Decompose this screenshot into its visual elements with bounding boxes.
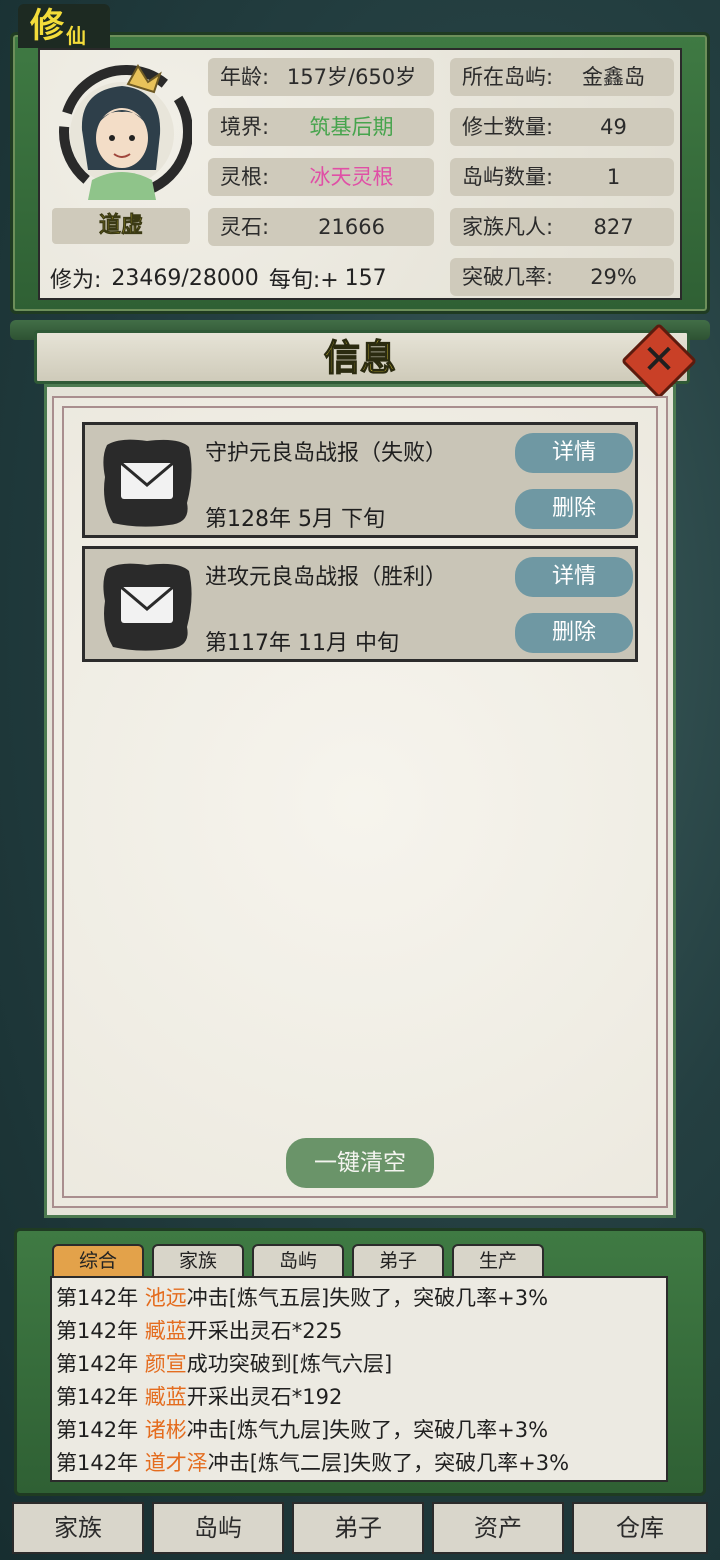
log-entry: 第142年 池远冲击[炼气五层]失败了，突破几率+3% (56, 1282, 548, 1314)
log-year: 第142年 (56, 1286, 139, 1310)
log-person: 诸彬 (144, 1418, 187, 1442)
tab-production[interactable]: 生产 (452, 1244, 544, 1276)
log-entry: 第142年 臧蓝开采出灵石*225 (56, 1315, 342, 1347)
cultivation-rate-label: 每旬:+ (268, 268, 339, 293)
log-entry: 第142年 颜宣成功突破到[炼气六层] (56, 1348, 392, 1380)
log-text: 成功突破到[炼气六层] (186, 1352, 393, 1376)
cultivation-label: 修为: (50, 268, 102, 293)
log-text: 开采出灵石*225 (186, 1319, 343, 1343)
delete-button[interactable]: 删除 (515, 613, 633, 653)
stat-stones: 灵石: 21666 (208, 208, 434, 246)
stat-islands-label: 岛屿数量: (462, 165, 554, 189)
stat-mortals-value: 827 (593, 215, 634, 239)
log-year: 第142年 (56, 1319, 139, 1343)
tab-family[interactable]: 家族 (152, 1244, 244, 1276)
nav-family[interactable]: 家族 (12, 1502, 144, 1554)
tab-general[interactable]: 综合 (52, 1244, 144, 1276)
message-date: 第117年 11月 中旬 (205, 631, 399, 656)
message-item[interactable]: 守护元良岛战报（失败） 第128年 5月 下旬 详情 删除 (82, 422, 638, 538)
stat-realm: 境界: 筑基后期 (208, 108, 434, 146)
stat-stones-value: 21666 (318, 215, 385, 239)
cultivation-value: 23469/28000 (111, 265, 259, 291)
cultivation-rate-value: 157 (344, 265, 387, 291)
stat-realm-label: 境界: (220, 115, 270, 139)
info-title: 信息 (323, 337, 396, 379)
log-person: 臧蓝 (144, 1319, 187, 1343)
log-text: 冲击[炼气九层]失败了，突破几率+3% (186, 1418, 549, 1442)
message-title: 进攻元良岛战报（胜利） (205, 565, 448, 590)
log-person: 池远 (144, 1286, 187, 1310)
stat-root-label: 灵根: (220, 165, 270, 189)
nav-warehouse[interactable]: 仓库 (572, 1502, 708, 1554)
message-title: 守护元良岛战报（失败） (205, 441, 448, 466)
stat-islands: 岛屿数量: 1 (450, 158, 674, 196)
log-year: 第142年 (56, 1352, 139, 1376)
log-entry: 第142年 臧蓝开采出灵石*192 (56, 1381, 342, 1413)
tab-disciples[interactable]: 弟子 (352, 1244, 444, 1276)
message-item[interactable]: 进攻元良岛战报（胜利） 第117年 11月 中旬 详情 删除 (82, 546, 638, 662)
stat-breakthrough-value: 29% (590, 265, 637, 289)
stat-island-value: 金鑫岛 (582, 65, 646, 89)
log-year: 第142年 (56, 1385, 139, 1409)
stat-islands-value: 1 (606, 165, 621, 189)
envelope-icon (103, 439, 192, 527)
log-text: 开采出灵石*192 (186, 1385, 343, 1409)
log-year: 第142年 (56, 1451, 139, 1475)
stat-root-value: 冰天灵根 (309, 165, 394, 189)
nav-islands[interactable]: 岛屿 (152, 1502, 284, 1554)
stat-island-label: 所在岛屿: (462, 65, 554, 89)
stat-stones-label: 灵石: (220, 215, 270, 239)
stat-age: 年龄: 157岁/650岁 (208, 58, 434, 96)
game-title-main: 修 (30, 6, 64, 46)
log-year: 第142年 (56, 1418, 139, 1442)
log-entry: 第142年 道才泽冲击[炼气二层]失败了，突破几率+3% (56, 1447, 569, 1479)
nav-disciples[interactable]: 弟子 (292, 1502, 424, 1554)
log-person: 臧蓝 (144, 1385, 187, 1409)
stat-root: 灵根: 冰天灵根 (208, 158, 434, 196)
character-avatar[interactable] (52, 60, 192, 200)
log-entry: 第142年 诸彬冲击[炼气九层]失败了，突破几率+3% (56, 1414, 548, 1446)
cultivation-line: 修为: 23469/28000 每旬:+ 157 (50, 262, 440, 294)
character-name: 道虚 (52, 208, 190, 244)
stat-island: 所在岛屿: 金鑫岛 (450, 58, 674, 96)
clear-all-button[interactable]: 一键清空 (286, 1138, 434, 1188)
log-text: 冲击[炼气五层]失败了，突破几率+3% (186, 1286, 549, 1310)
stat-mortals-label: 家族凡人: (462, 215, 554, 239)
stat-breakthrough-label: 突破几率: (462, 265, 554, 289)
nav-assets[interactable]: 资产 (432, 1502, 564, 1554)
stat-age-label: 年龄: (220, 65, 270, 89)
stat-cultivators-value: 49 (600, 115, 627, 139)
stat-cultivators: 修士数量: 49 (450, 108, 674, 146)
message-date: 第128年 5月 下旬 (205, 507, 385, 532)
tab-islands[interactable]: 岛屿 (252, 1244, 344, 1276)
envelope-icon (103, 563, 192, 651)
stat-cultivators-label: 修士数量: (462, 115, 554, 139)
game-title-small: 仙 (66, 24, 86, 48)
stat-realm-value: 筑基后期 (309, 115, 394, 139)
stat-mortals: 家族凡人: 827 (450, 208, 674, 246)
log-text: 冲击[炼气二层]失败了，突破几率+3% (207, 1451, 570, 1475)
log-person: 道才泽 (144, 1451, 208, 1475)
detail-button[interactable]: 详情 (515, 433, 633, 473)
detail-button[interactable]: 详情 (515, 557, 633, 597)
stat-breakthrough: 突破几率: 29% (450, 258, 674, 296)
stat-age-value: 157岁/650岁 (286, 65, 417, 89)
delete-button[interactable]: 删除 (515, 489, 633, 529)
log-person: 颜宣 (144, 1352, 187, 1376)
close-icon[interactable]: ✕ (632, 334, 686, 388)
game-title: 修仙 (18, 4, 110, 48)
